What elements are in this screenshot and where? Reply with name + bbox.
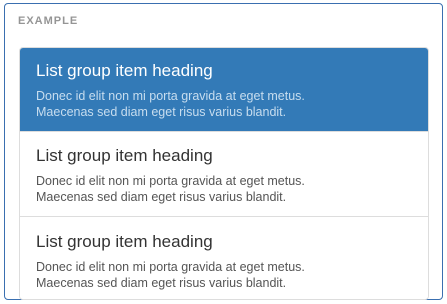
example-label: EXAMPLE <box>18 15 79 27</box>
example-panel: EXAMPLE List group item heading Donec id… <box>4 3 443 300</box>
list-group-item-text-line: Donec id elit non mi porta gravida at eg… <box>36 89 305 103</box>
list-group: List group item heading Donec id elit no… <box>19 47 429 300</box>
list-group-item-active[interactable]: List group item heading Donec id elit no… <box>20 48 428 131</box>
list-group-item[interactable]: List group item heading Donec id elit no… <box>20 131 428 216</box>
list-group-item-text-line: Maecenas sed diam eget risus varius blan… <box>36 190 287 204</box>
list-group-item-text-line: Donec id elit non mi porta gravida at eg… <box>36 260 305 274</box>
list-group-item-text-line: Donec id elit non mi porta gravida at eg… <box>36 174 305 188</box>
list-group-item-heading: List group item heading <box>36 61 213 80</box>
list-group-item-heading: List group item heading <box>36 232 213 251</box>
list-group-item-text-line: Maecenas sed diam eget risus varius blan… <box>36 276 287 290</box>
list-group-item-text-line: Maecenas sed diam eget risus varius blan… <box>36 105 287 119</box>
list-group-item-text: Donec id elit non mi porta gravida at eg… <box>36 88 305 120</box>
list-group-item-heading: List group item heading <box>36 146 213 165</box>
list-group-item[interactable]: List group item heading Donec id elit no… <box>20 216 428 299</box>
list-group-item-text: Donec id elit non mi porta gravida at eg… <box>36 173 305 205</box>
list-group-item-text: Donec id elit non mi porta gravida at eg… <box>36 259 305 291</box>
